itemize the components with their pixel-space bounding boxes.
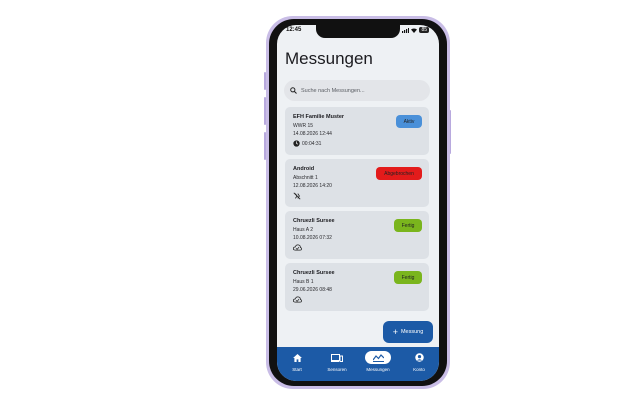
account-icon <box>406 351 432 364</box>
nav-label: Messungen <box>366 367 390 372</box>
card-subtitle: Haus A 2 <box>293 227 314 233</box>
page-title: Messungen <box>285 49 373 68</box>
add-measurement-label: Messung <box>400 329 424 335</box>
add-measurement-button[interactable]: + Messung <box>383 321 433 343</box>
card-title: EFH Familie Muster <box>293 114 345 120</box>
measurement-card[interactable]: EFH Familie Muster WWR 15 14.08.2026 12:… <box>285 107 429 155</box>
card-timer: 00:04:31 <box>293 140 321 147</box>
wifi-icon <box>411 28 418 33</box>
search-icon <box>290 87 298 95</box>
signal-icon <box>402 27 410 33</box>
measurement-card[interactable]: Android Abschnitt 1 12.08.2026 14:20 Abg… <box>285 159 429 207</box>
nav-label: Sensoren <box>327 367 347 372</box>
card-date: 29.06.2026 08:48 <box>293 287 332 293</box>
measurement-card[interactable]: Chruezli Sursee Haus B 1 29.06.2026 08:4… <box>285 263 429 311</box>
status-badge: Fertig <box>394 271 422 284</box>
devices-icon <box>324 351 350 364</box>
status-badge: Aktiv <box>396 115 422 128</box>
nav-item-start[interactable]: Start <box>277 351 317 377</box>
camera-notch <box>316 25 400 38</box>
home-icon <box>284 351 310 364</box>
status-badge: Fertig <box>394 219 422 232</box>
status-icons: 85 <box>402 27 429 33</box>
card-title: Chruezli Sursee <box>293 270 335 276</box>
card-meta <box>293 192 301 200</box>
card-subtitle: Abschnitt 1 <box>293 175 318 181</box>
bottom-navigation: Start Sensoren Messungen Konto <box>277 347 439 381</box>
card-date: 12.08.2026 14:20 <box>293 183 332 189</box>
card-subtitle: Haus B 1 <box>293 279 314 285</box>
search-input[interactable] <box>301 87 421 94</box>
plus-icon: + <box>392 326 398 337</box>
card-subtitle: WWR 15 <box>293 123 313 129</box>
nav-item-konto[interactable]: Konto <box>399 351 439 377</box>
measurement-card[interactable]: Chruezli Sursee Haus A 2 10.08.2026 07:3… <box>285 211 429 259</box>
nav-item-sensoren[interactable]: Sensoren <box>317 351 357 377</box>
nav-item-messungen[interactable]: Messungen <box>358 351 398 377</box>
battery-icon: 85 <box>419 27 429 33</box>
status-time: 12:45 <box>286 27 302 33</box>
app-screen: 12:45 85 Messungen EFH Familie Muster WW… <box>277 25 439 381</box>
nav-label: Konto <box>413 367 425 372</box>
card-meta <box>293 296 302 303</box>
nav-label: Start <box>292 367 302 372</box>
status-badge: Abgebrochen <box>376 167 422 180</box>
card-title: Android <box>293 166 315 172</box>
timer-icon <box>293 140 300 147</box>
cloud-done-icon <box>293 296 302 303</box>
cloud-done-icon <box>293 244 302 251</box>
sync-disabled-icon <box>293 192 301 200</box>
card-meta <box>293 244 302 251</box>
search-bar[interactable] <box>284 80 430 101</box>
card-title: Chruezli Sursee <box>293 218 335 224</box>
card-date: 10.08.2026 07:32 <box>293 235 332 241</box>
card-duration: 00:04:31 <box>302 140 322 147</box>
card-date: 14.08.2026 12:44 <box>293 131 332 137</box>
chart-icon <box>365 351 391 364</box>
